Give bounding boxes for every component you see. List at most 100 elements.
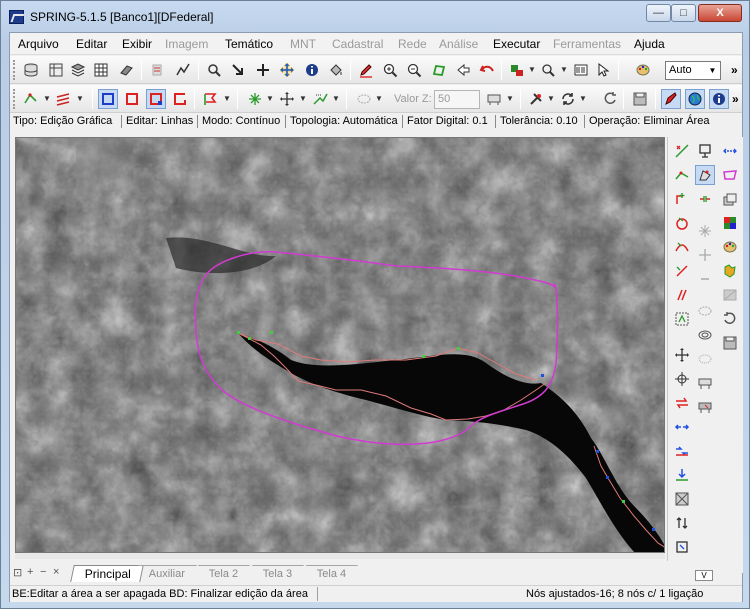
grid-select-icon[interactable] xyxy=(672,309,692,329)
horizontal-scrollbar[interactable] xyxy=(15,553,665,559)
sparkle-disabled-icon[interactable] xyxy=(695,221,715,241)
paint-bucket-icon[interactable] xyxy=(326,60,346,80)
back-arrow-icon[interactable] xyxy=(453,60,473,80)
statistics-icon[interactable] xyxy=(173,60,193,80)
contour-disabled-icon[interactable] xyxy=(354,89,374,109)
toolbar-grip[interactable] xyxy=(13,60,17,80)
move-cross-icon[interactable] xyxy=(672,345,692,365)
merge-arrows-icon[interactable] xyxy=(672,441,692,461)
node-point[interactable] xyxy=(622,500,625,503)
cursor-plus-icon[interactable] xyxy=(594,60,614,80)
save-disk-icon[interactable] xyxy=(720,333,740,353)
vector-edit-icon[interactable] xyxy=(21,89,41,109)
contour-icon[interactable] xyxy=(695,301,715,321)
menu-exibir[interactable]: Exibir xyxy=(122,37,152,51)
lasso-icon[interactable] xyxy=(429,60,449,80)
menu-mnt[interactable]: MNT xyxy=(290,37,316,51)
eraser-icon[interactable] xyxy=(116,60,136,80)
satellite-image[interactable] xyxy=(16,138,665,553)
menu-imagem[interactable]: Imagem xyxy=(165,37,208,51)
palette-icon[interactable] xyxy=(633,60,653,80)
chevron-down-icon[interactable]: ▼ xyxy=(528,61,536,79)
menu-ajuda[interactable]: Ajuda xyxy=(634,37,665,51)
node-point[interactable] xyxy=(237,331,240,334)
diagonal-line-icon[interactable] xyxy=(672,261,692,281)
redo-icon[interactable] xyxy=(600,89,620,109)
chevron-down-icon[interactable]: ▼ xyxy=(266,90,274,108)
info-icon[interactable] xyxy=(302,60,322,80)
chevron-down-icon[interactable]: ▼ xyxy=(223,90,231,108)
select-rect-red-icon[interactable] xyxy=(122,89,142,109)
menu-cadastral[interactable]: Cadastral xyxy=(332,37,383,51)
map-canvas[interactable] xyxy=(15,137,665,553)
query-icon[interactable] xyxy=(538,60,558,80)
circle-node-icon[interactable] xyxy=(672,213,692,233)
tab-principal[interactable]: Principal xyxy=(70,565,144,582)
select-rect-blue-icon[interactable] xyxy=(98,89,118,109)
pencil-icon[interactable] xyxy=(356,60,376,80)
node-point[interactable] xyxy=(422,355,425,358)
minus-icon[interactable] xyxy=(695,269,715,289)
barcode-icon[interactable] xyxy=(571,60,591,80)
node-point[interactable] xyxy=(652,528,655,531)
chevron-down-icon[interactable]: ▼ xyxy=(547,90,555,108)
node-point[interactable] xyxy=(553,284,556,287)
chevron-down-icon[interactable]: ▼ xyxy=(43,90,51,108)
layers-icon[interactable] xyxy=(68,60,88,80)
menu-ferramentas[interactable]: Ferramentas xyxy=(553,37,621,51)
tab-tela-2[interactable]: Tela 2 xyxy=(194,565,251,582)
tab-tela-3[interactable]: Tela 3 xyxy=(248,565,305,582)
refresh-icon[interactable] xyxy=(558,89,578,109)
menu-arquivo[interactable]: Arquivo xyxy=(18,37,59,51)
valor-z-input[interactable]: 50 xyxy=(434,90,480,109)
crosshair-icon[interactable] xyxy=(253,60,273,80)
node-star-icon[interactable] xyxy=(245,89,265,109)
zoom-out-icon[interactable] xyxy=(404,60,424,80)
node-point[interactable] xyxy=(606,476,609,479)
hatch-disabled-icon[interactable] xyxy=(720,285,740,305)
node-point[interactable] xyxy=(248,337,251,340)
tab-auxiliar[interactable]: Auxiliar xyxy=(134,565,197,582)
node-point[interactable] xyxy=(541,374,544,377)
disconnect-icon[interactable] xyxy=(695,189,715,209)
flag-icon[interactable] xyxy=(200,89,220,109)
add-line-icon[interactable] xyxy=(672,141,692,161)
chevron-down-icon[interactable]: ▼ xyxy=(76,90,84,108)
menu-executar[interactable]: Executar xyxy=(493,37,540,51)
chevron-down-icon[interactable]: ▼ xyxy=(299,90,307,108)
minimize-button[interactable]: — xyxy=(646,4,671,22)
dashed-arrows-icon[interactable] xyxy=(720,141,740,161)
pattern-icon[interactable] xyxy=(672,489,692,509)
toolbar-overflow-button[interactable]: » xyxy=(732,92,739,106)
map-icon[interactable] xyxy=(720,261,740,281)
toolbar-overflow-button[interactable]: » xyxy=(731,63,738,77)
database-icon[interactable] xyxy=(21,60,41,80)
disabled-tool-icon[interactable] xyxy=(147,60,167,80)
palette-icon[interactable] xyxy=(720,237,740,257)
menu-analise[interactable]: Análise xyxy=(439,37,478,51)
add-view-button[interactable]: + xyxy=(27,566,33,578)
zoom-in-icon[interactable] xyxy=(380,60,400,80)
stack-icon[interactable] xyxy=(720,189,740,209)
node-point[interactable] xyxy=(270,331,273,334)
info-icon[interactable] xyxy=(709,89,729,109)
move-node-icon[interactable] xyxy=(277,89,297,109)
table-icon[interactable] xyxy=(484,89,504,109)
join-lines-icon[interactable] xyxy=(672,165,692,185)
open-rect-icon[interactable] xyxy=(170,89,190,109)
toolbar-grip[interactable] xyxy=(13,89,17,109)
tools-icon[interactable] xyxy=(526,89,546,109)
close-button[interactable]: X xyxy=(698,4,742,22)
globe-icon[interactable] xyxy=(685,89,705,109)
select-rect-red-blue-icon[interactable] xyxy=(146,89,166,109)
chevron-down-icon[interactable]: ▼ xyxy=(375,90,383,108)
zoom-select[interactable]: Auto ▼ xyxy=(665,61,721,80)
close-view-button[interactable]: × xyxy=(53,566,59,578)
reshape-icon[interactable] xyxy=(672,393,692,413)
point-add-icon[interactable] xyxy=(672,189,692,209)
grid-icon[interactable] xyxy=(91,60,111,80)
maximize-button[interactable]: □ xyxy=(671,4,696,22)
window-view-button[interactable]: ⊡ xyxy=(13,566,22,579)
remove-view-button[interactable]: − xyxy=(40,566,46,578)
texture-icon[interactable] xyxy=(695,349,715,369)
